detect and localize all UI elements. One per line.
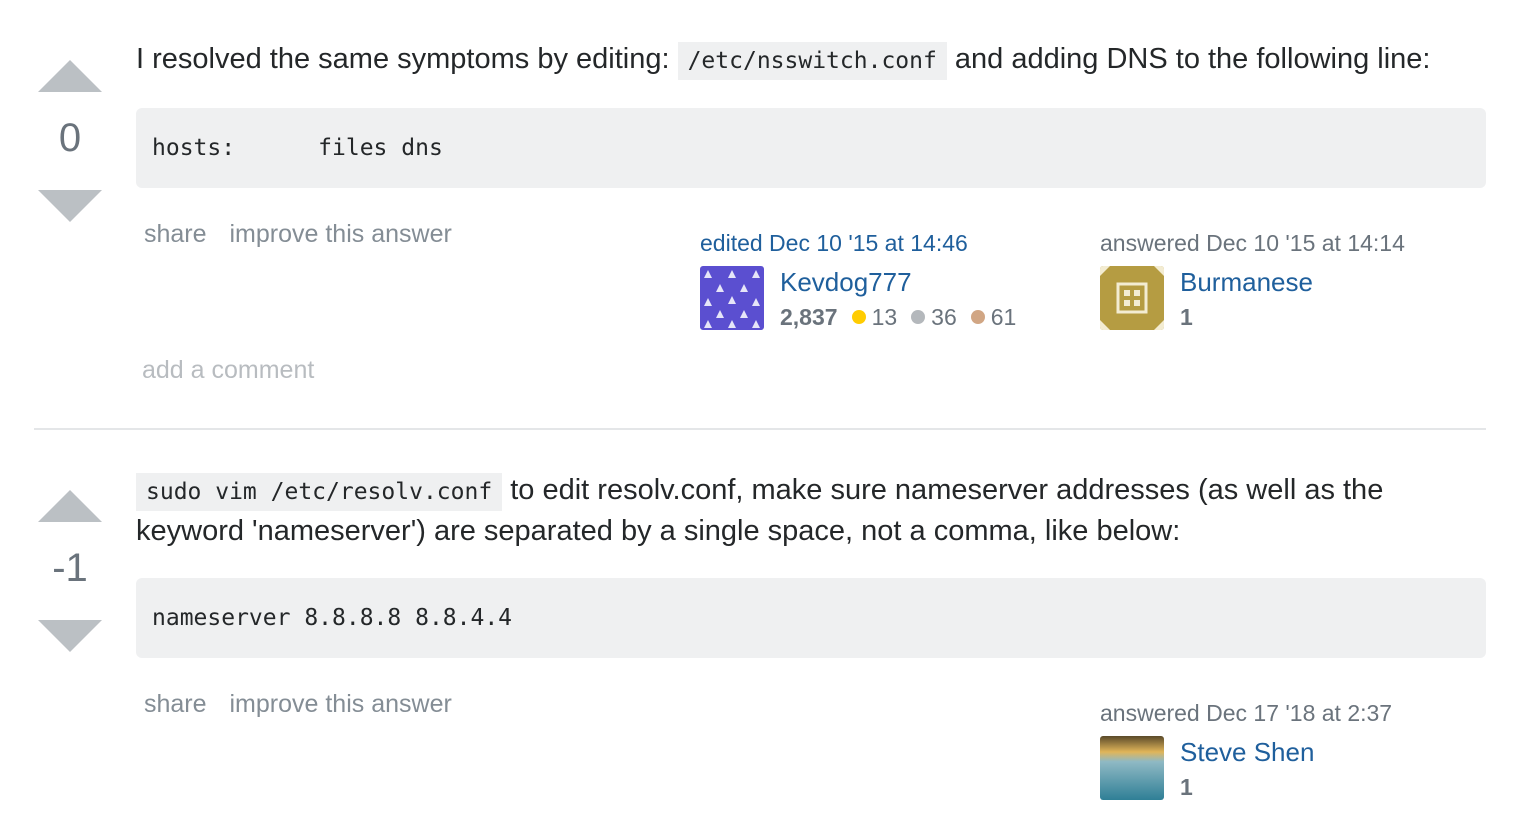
answer-body: sudo vim /etc/resolv.conf to edit resolv… xyxy=(136,471,1486,551)
avatar[interactable] xyxy=(1100,266,1164,330)
inline-code: sudo vim /etc/resolv.conf xyxy=(136,473,503,511)
silver-badge-count: 36 xyxy=(931,304,957,330)
author-signature: answered Dec 17 '18 at 2:37 Steve Shen 1 xyxy=(1100,698,1480,800)
vote-panel: -1 xyxy=(36,490,104,652)
code-block: nameserver 8.8.8.8 8.8.4.4 xyxy=(136,578,1486,658)
post-menu: share improve this answer xyxy=(144,220,468,249)
edited-timestamp[interactable]: edited Dec 10 '15 at 14:46 xyxy=(700,228,1080,258)
user-stats: 2,837 13 36 61 xyxy=(780,302,1016,332)
improve-answer-link[interactable]: improve this answer xyxy=(230,220,452,248)
share-link[interactable]: share xyxy=(144,690,207,718)
bronze-badge-icon xyxy=(970,310,985,324)
user-name[interactable]: Steve Shen xyxy=(1180,736,1314,768)
user-stats: 1 xyxy=(1180,772,1193,802)
reputation-score: 2,837 xyxy=(780,304,838,330)
answer-1: 0 I resolved the same symptoms by editin… xyxy=(0,0,1517,430)
downvote-arrow-icon[interactable] xyxy=(38,190,102,222)
author-signature: answered Dec 10 '15 at 14:14 Burmanese 1 xyxy=(1100,228,1480,330)
answer-2: -1 sudo vim /etc/resolv.conf to edit res… xyxy=(0,430,1517,830)
user-stats: 1 xyxy=(1180,302,1193,332)
answered-timestamp[interactable]: answered Dec 10 '15 at 14:14 xyxy=(1100,228,1480,258)
silver-badge-icon xyxy=(911,310,926,324)
answer-text: keyword 'nameserver') are separated by a… xyxy=(136,515,1181,547)
user-name[interactable]: Kevdog777 xyxy=(780,266,912,298)
avatar[interactable] xyxy=(1100,736,1164,800)
downvote-arrow-icon[interactable] xyxy=(38,620,102,652)
reputation-score: 1 xyxy=(1180,304,1193,330)
vote-count: 0 xyxy=(58,116,82,160)
vote-panel: 0 xyxy=(36,60,104,222)
gold-badge-count: 13 xyxy=(871,304,898,330)
post-menu: share improve this answer xyxy=(144,690,468,719)
answer-body: I resolved the same symptoms by editing:… xyxy=(136,40,1486,81)
answered-timestamp[interactable]: answered Dec 17 '18 at 2:37 xyxy=(1100,698,1480,728)
upvote-arrow-icon[interactable] xyxy=(38,490,102,522)
code-block: hosts: files dns xyxy=(136,108,1486,188)
reputation-score: 1 xyxy=(1180,774,1193,800)
user-name[interactable]: Burmanese xyxy=(1180,266,1313,298)
editor-signature: edited Dec 10 '15 at 14:46 Kevdog777 2,8… xyxy=(700,228,1080,330)
bronze-badge-count: 61 xyxy=(990,304,1017,330)
avatar[interactable] xyxy=(700,266,764,330)
answer-text: and adding DNS to the following line: xyxy=(946,43,1431,75)
upvote-arrow-icon[interactable] xyxy=(38,60,102,92)
improve-answer-link[interactable]: improve this answer xyxy=(230,690,452,718)
share-link[interactable]: share xyxy=(144,220,207,248)
answer-text: I resolved the same symptoms by editing: xyxy=(136,43,678,75)
inline-code: /etc/nsswitch.conf xyxy=(677,42,947,80)
vote-count: -1 xyxy=(52,546,88,590)
gold-badge-icon xyxy=(851,310,866,324)
answer-text: to edit resolv.conf, make sure nameserve… xyxy=(502,474,1384,506)
add-comment-link[interactable]: add a comment xyxy=(142,356,314,385)
